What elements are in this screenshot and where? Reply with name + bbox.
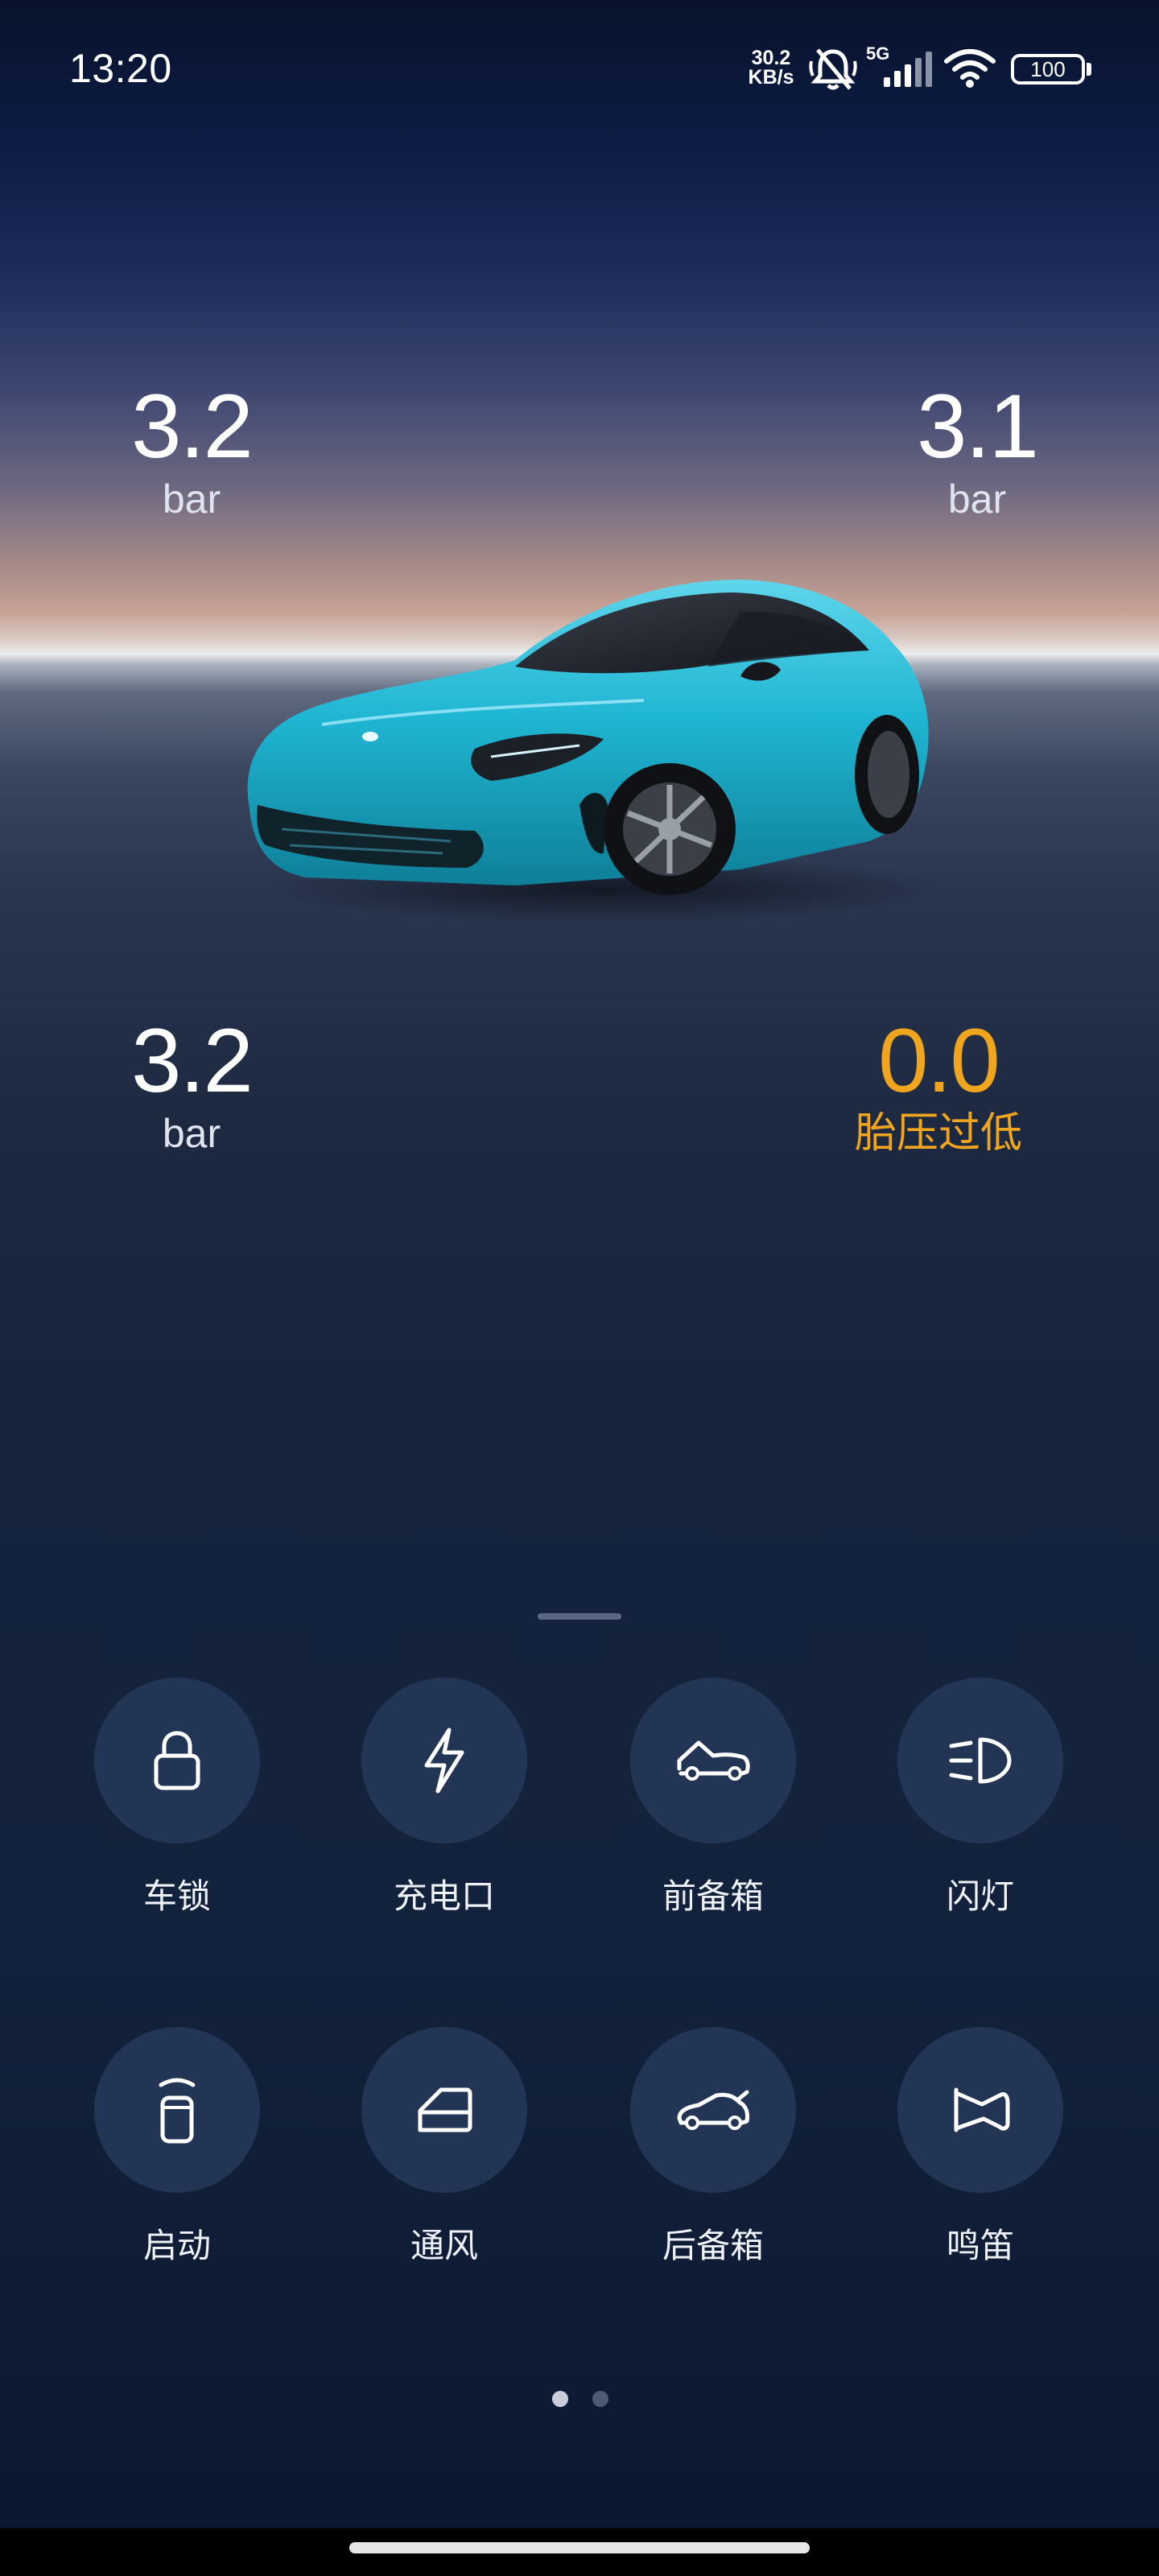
control-lock-button[interactable] — [94, 1678, 260, 1843]
control-horn[interactable]: 鸣笛 — [860, 2027, 1101, 2267]
status-time: 13:20 — [69, 46, 172, 91]
control-rear-trunk[interactable]: 后备箱 — [592, 2027, 834, 2267]
window-vent-icon — [418, 2087, 472, 2132]
mute-bell-icon — [809, 48, 857, 90]
signal-icon — [884, 52, 932, 87]
control-rear-trunk-button[interactable] — [630, 2027, 796, 2193]
network-speed-value: 30.2 — [751, 47, 791, 69]
tire-front-left-value: 3.2 — [131, 376, 254, 477]
control-charge-port[interactable]: 充电口 — [324, 1678, 565, 1918]
tire-front-right-value: 3.1 — [917, 376, 1039, 477]
tire-rear-left: 3.2 bar — [95, 1013, 288, 1158]
network-speed: 30.2 KB/s — [739, 47, 803, 89]
control-ventilation-button[interactable] — [361, 2027, 527, 2193]
tire-rear-right: 0.0 胎压过低 — [842, 1013, 1035, 1158]
lock-icon — [154, 1731, 200, 1790]
control-flash-lights-button[interactable] — [897, 1678, 1063, 1843]
tire-front-right: 3.1 bar — [881, 378, 1074, 523]
tire-front-left-unit: bar — [162, 477, 221, 522]
battery-icon: 100 — [1011, 54, 1085, 85]
control-lock[interactable]: 车锁 — [56, 1678, 298, 1918]
control-ventilation-label: 通风 — [410, 2226, 478, 2265]
control-start-button[interactable] — [94, 2027, 260, 2193]
control-start[interactable]: 启动 — [56, 2027, 298, 2267]
control-charge-port-button[interactable] — [361, 1678, 527, 1843]
front-trunk-icon — [677, 1740, 750, 1781]
tire-front-right-unit: bar — [947, 477, 1007, 522]
status-bar: 13:20 30.2 KB/s 5G 100 — [0, 32, 1159, 109]
wifi-icon — [944, 49, 996, 88]
control-ventilation[interactable]: 通风 — [324, 2027, 565, 2267]
control-flash-lights-label: 闪灯 — [946, 1876, 1014, 1916]
control-front-trunk[interactable]: 前备箱 — [592, 1678, 834, 1918]
tire-rear-left-unit: bar — [162, 1111, 221, 1156]
control-flash-lights[interactable]: 闪灯 — [860, 1678, 1101, 1918]
screen: 13:20 30.2 KB/s 5G 100 3.2 bar 3.1 bar 3… — [0, 0, 1159, 2576]
network-speed-unit: KB/s — [748, 66, 794, 89]
control-charge-port-label: 充电口 — [393, 1876, 495, 1916]
rear-trunk-icon — [677, 2090, 749, 2130]
sheet-handle[interactable] — [538, 1613, 621, 1620]
tire-rear-right-warning: 胎压过低 — [854, 1110, 1022, 1157]
tire-rear-right-value: 0.0 — [878, 1010, 1000, 1111]
control-front-trunk-label: 前备箱 — [662, 1876, 764, 1916]
battery-cap — [1087, 63, 1091, 76]
page-dot-active[interactable] — [552, 2391, 568, 2407]
control-rear-trunk-label: 后备箱 — [662, 2226, 764, 2265]
tire-rear-left-value: 3.2 — [131, 1010, 254, 1111]
control-horn-button[interactable] — [897, 2027, 1063, 2193]
control-horn-label: 鸣笛 — [946, 2226, 1014, 2265]
tire-front-left: 3.2 bar — [95, 378, 288, 523]
control-front-trunk-button[interactable] — [630, 1678, 796, 1843]
control-start-label: 启动 — [142, 2226, 211, 2265]
home-indicator[interactable] — [349, 2542, 810, 2553]
car-image — [247, 580, 950, 923]
control-lock-label: 车锁 — [142, 1876, 211, 1916]
page-dot[interactable] — [592, 2391, 608, 2407]
lightning-icon — [424, 1728, 464, 1794]
headlight-icon — [949, 1737, 1012, 1784]
start-icon — [159, 2078, 196, 2144]
horn-icon — [954, 2087, 1010, 2132]
